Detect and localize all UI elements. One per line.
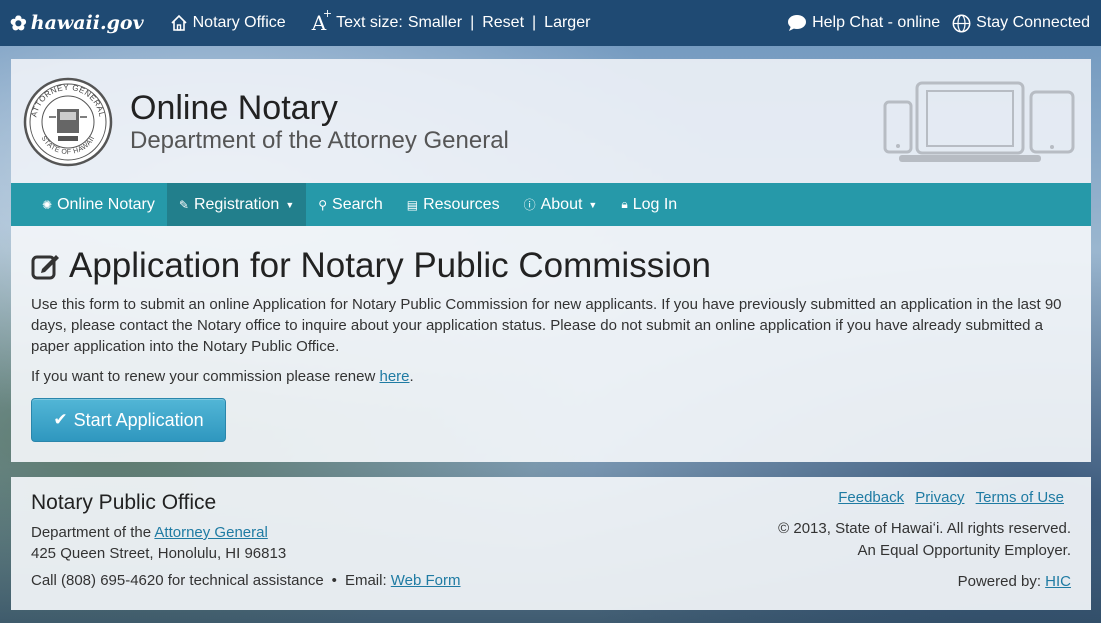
start-application-button[interactable]: ✔ Start Application xyxy=(31,398,226,442)
renew-here-link[interactable]: here xyxy=(380,368,410,385)
footer-links: Feedback Privacy Terms of Use xyxy=(831,489,1064,506)
hic-link[interactable]: HIC xyxy=(1045,573,1071,590)
nav-label: Resources xyxy=(423,195,500,213)
nav-label: Registration xyxy=(193,195,280,213)
attorney-general-seal-icon[interactable]: ATTORNEY GENERAL STATE OF HAWAII xyxy=(23,77,113,167)
footer-powered-by: Powered by: HIC xyxy=(958,573,1071,590)
brand-label: hawaii.gov xyxy=(30,12,144,34)
footer-department: Department of the Attorney General xyxy=(31,524,268,541)
footer-call: Call (808) 695-4620 for technical assist… xyxy=(31,572,324,589)
hawaii-gov-logo[interactable]: ✿ hawaii.gov xyxy=(10,11,144,35)
renew-paragraph: If you want to renew your commission ple… xyxy=(31,368,414,385)
nav-registration[interactable]: ✎ Registration ▼ xyxy=(166,183,307,226)
hibiscus-icon: ✿ xyxy=(10,11,27,35)
caret-down-icon: ▼ xyxy=(588,199,598,210)
text-reset-link[interactable]: Reset xyxy=(482,14,524,32)
footer-eeo: An Equal Opportunity Employer. xyxy=(857,542,1071,559)
check-icon: ✔ xyxy=(53,410,68,429)
site-footer: Notary Public Office Department of the A… xyxy=(11,477,1091,610)
help-chat-label: Help Chat - online xyxy=(812,14,941,31)
nav-resources[interactable]: ▤ Resources xyxy=(395,183,512,226)
edit-icon xyxy=(31,255,59,280)
devices-icon xyxy=(883,81,1075,162)
nav-online-notary[interactable]: ✺ Online Notary xyxy=(11,183,167,226)
heading-text: Application for Notary Public Commission xyxy=(69,246,711,285)
renew-end: . xyxy=(409,368,414,385)
page-heading: Application for Notary Public Commission xyxy=(31,246,711,286)
nav-log-in[interactable]: 🔒︎ Log In xyxy=(609,183,689,226)
footer-copyright: © 2013, State of Hawaiʻi. All rights res… xyxy=(778,520,1071,537)
home-icon xyxy=(171,14,187,31)
page-subtitle: Department of the Attorney General xyxy=(130,127,509,154)
chat-bubble-icon xyxy=(788,15,807,31)
lock-icon: 🔒︎ xyxy=(621,197,628,211)
site-header: ATTORNEY GENERAL STATE OF HAWAII Online … xyxy=(11,59,1091,183)
renew-text: If you want to renew your commission ple… xyxy=(31,368,380,385)
start-application-label: Start Application xyxy=(73,409,204,430)
edit-icon: ✎ xyxy=(178,197,189,212)
nav-label: Online Notary xyxy=(57,195,155,213)
nav-label: About xyxy=(540,195,583,213)
attorney-general-link[interactable]: Attorney General xyxy=(154,524,267,541)
info-icon: ⓘ xyxy=(523,198,536,212)
page-title: Online Notary xyxy=(130,89,338,127)
asterisk-icon: ✺ xyxy=(42,197,53,212)
feedback-link[interactable]: Feedback xyxy=(838,489,904,506)
notary-office-label: Notary Office xyxy=(192,14,286,31)
email-label: Email: xyxy=(344,572,391,589)
nav-search[interactable]: ⚲ Search xyxy=(306,183,395,226)
text-smaller-link[interactable]: Smaller xyxy=(408,14,462,32)
web-form-link[interactable]: Web Form xyxy=(391,572,461,589)
globe-icon xyxy=(952,14,971,32)
file-icon: ▤ xyxy=(406,197,419,212)
separator: | xyxy=(470,14,475,31)
text-size-label: Text size: xyxy=(336,14,403,31)
footer-title: Notary Public Office xyxy=(31,491,217,514)
help-chat-link[interactable]: Help Chat - online xyxy=(787,14,940,32)
footer-address: 425 Queen Street, Honolulu, HI 96813 xyxy=(31,545,287,562)
dept-prefix: Department of the xyxy=(31,524,155,541)
intro-paragraph: Use this form to submit an online Applic… xyxy=(31,296,1062,355)
powered-label: Powered by: xyxy=(957,573,1046,590)
separator: | xyxy=(532,14,537,31)
terms-of-use-link[interactable]: Terms of Use xyxy=(976,489,1064,506)
text-size-icon: A + xyxy=(311,7,333,35)
nav-label: Log In xyxy=(632,195,678,213)
top-bar: ✿ hawaii.gov Notary Office A + Text size:… xyxy=(0,0,1101,46)
footer-contact: Call (808) 695-4620 for technical assist… xyxy=(31,572,461,589)
text-size-controls: A + Text size: Smaller | Reset | Larger xyxy=(311,7,591,35)
nav-label: Search xyxy=(332,195,383,213)
notary-office-link[interactable]: Notary Office xyxy=(170,14,286,32)
privacy-link[interactable]: Privacy xyxy=(915,489,964,506)
stay-connected-link[interactable]: Stay Connected xyxy=(952,14,1090,33)
main-nav: ✺ Online Notary ✎ Registration ▼ ⚲ Searc… xyxy=(11,183,1091,226)
text-larger-link[interactable]: Larger xyxy=(544,14,590,32)
nav-about[interactable]: ⓘ About ▼ xyxy=(512,183,610,226)
bullet-separator: • xyxy=(331,572,337,589)
caret-down-icon: ▼ xyxy=(285,199,295,210)
search-icon: ⚲ xyxy=(318,197,328,212)
stay-connected-label: Stay Connected xyxy=(976,14,1090,31)
main-content: Application for Notary Public Commission… xyxy=(11,226,1091,462)
